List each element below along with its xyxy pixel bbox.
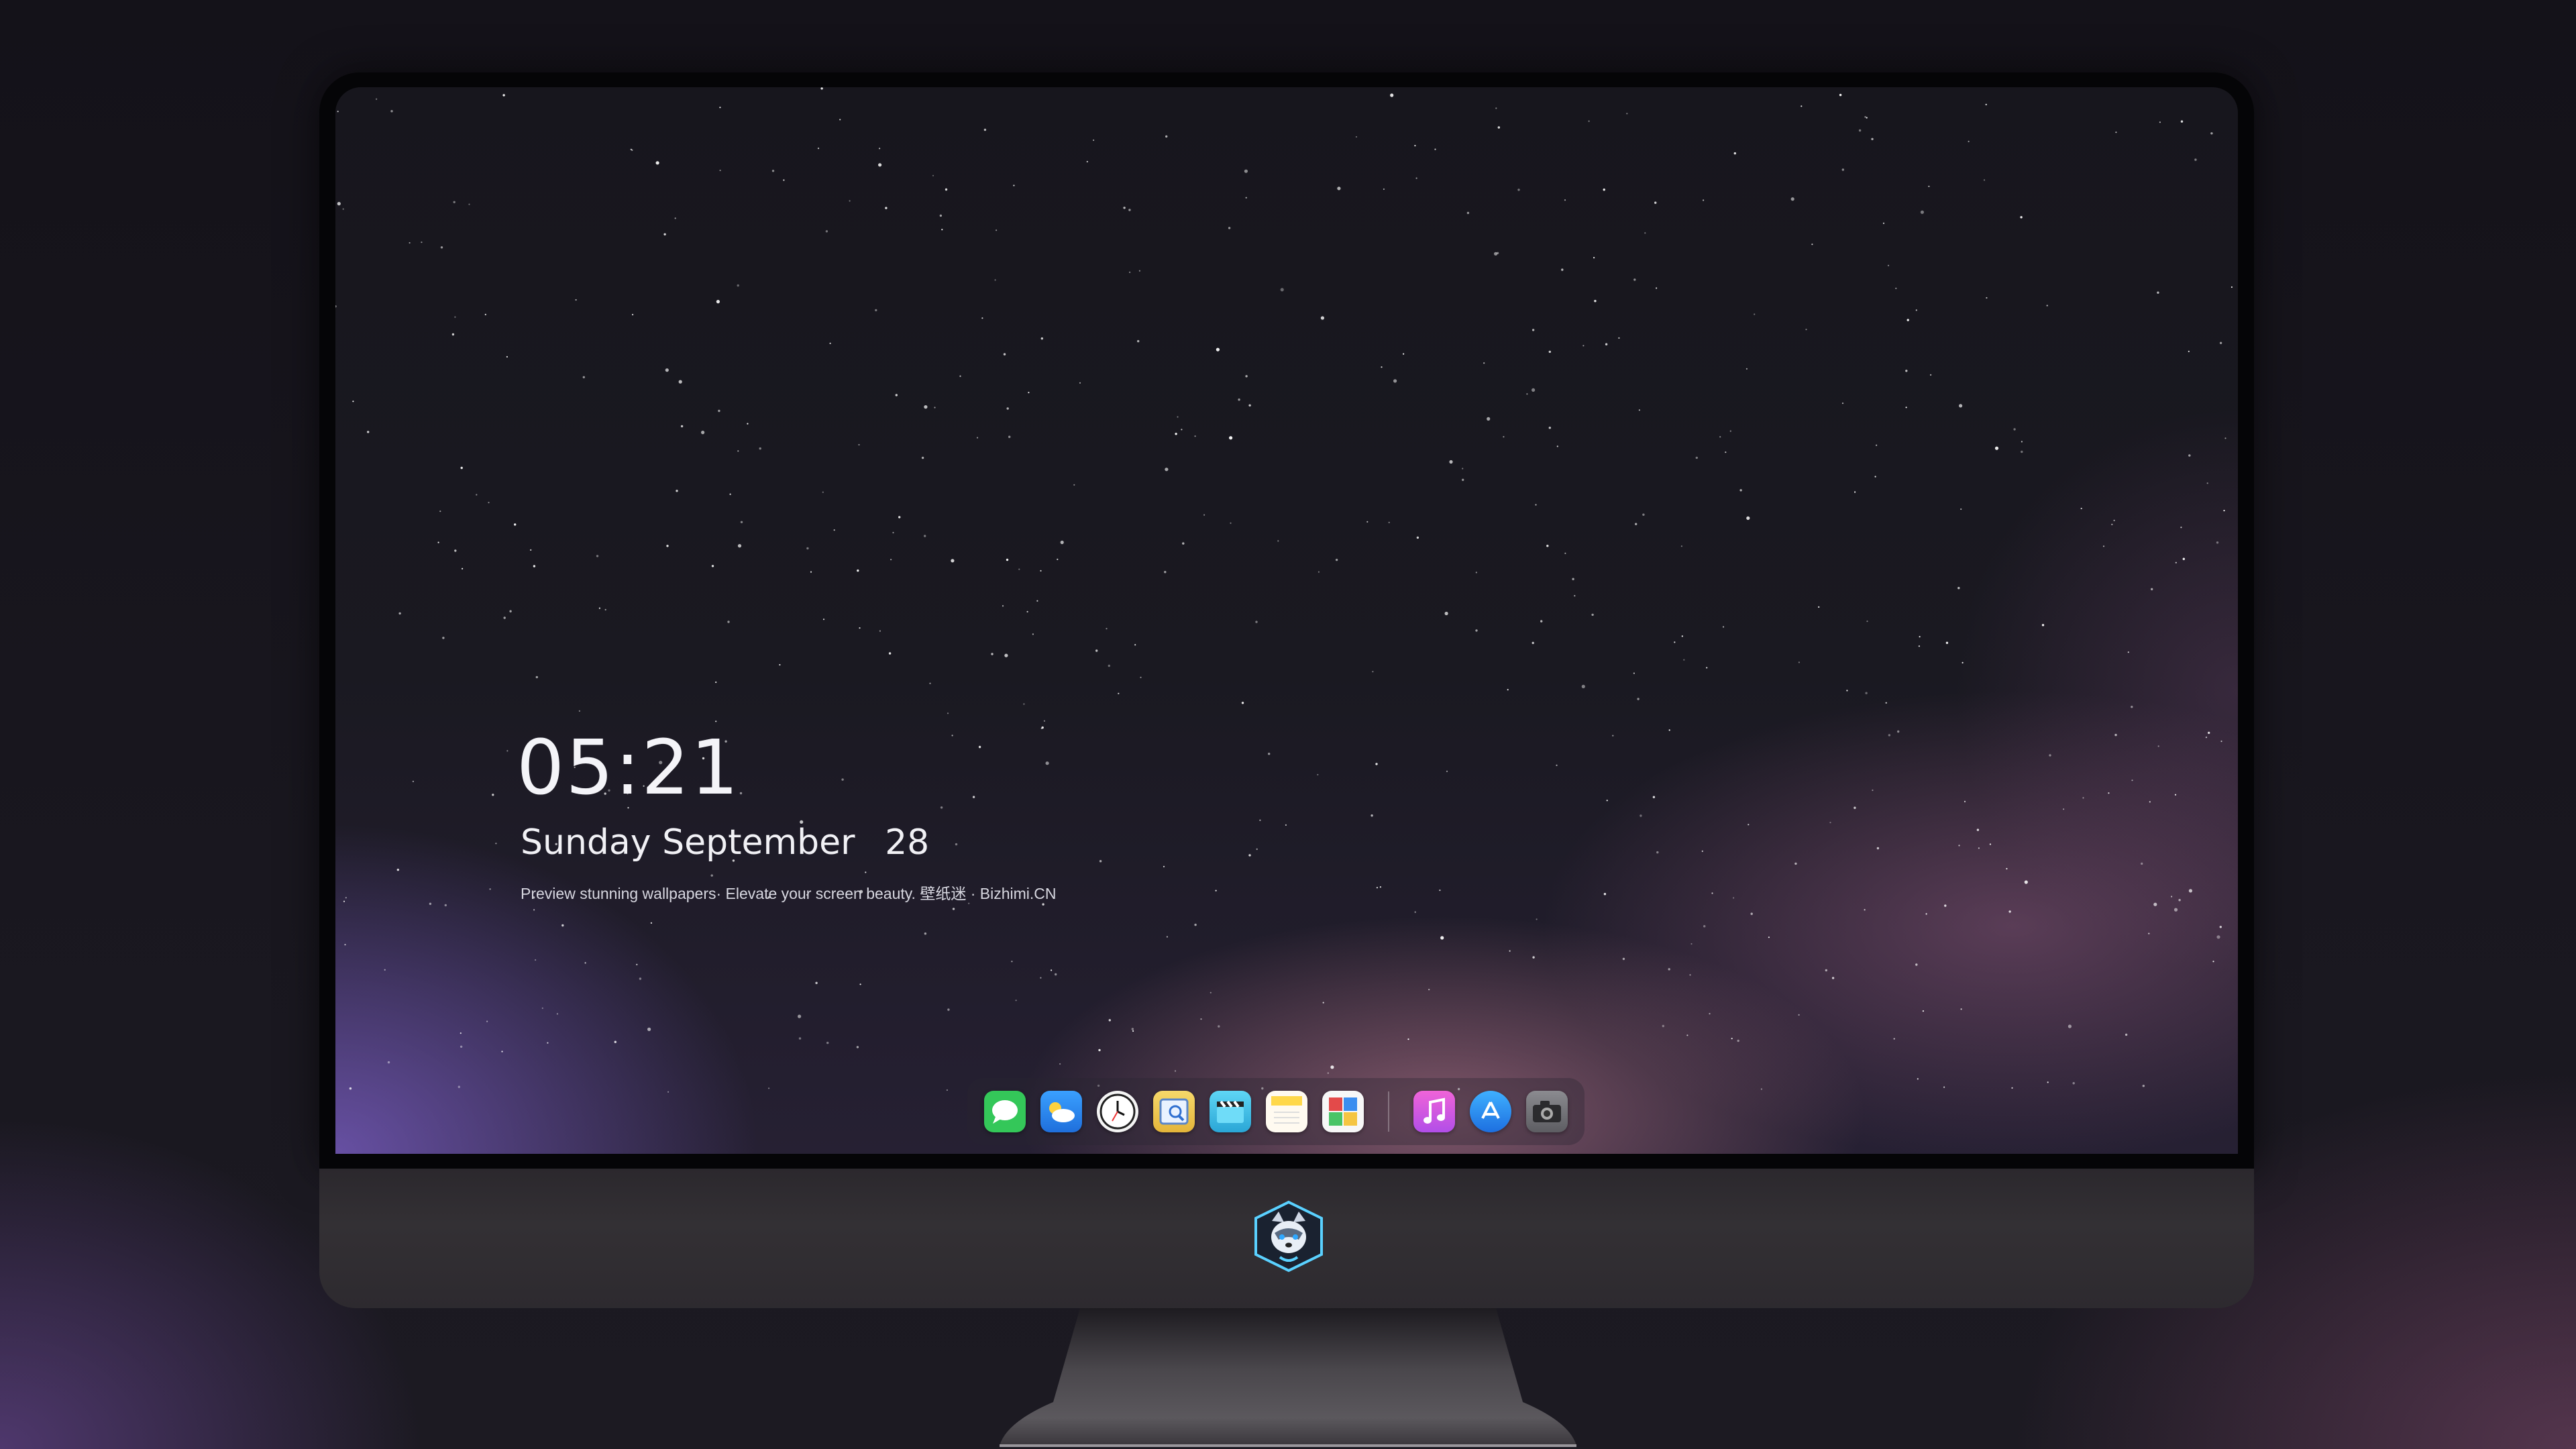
- dock-separator: [1388, 1091, 1389, 1132]
- music-note-icon[interactable]: [1413, 1091, 1455, 1132]
- app-store-icon[interactable]: [1470, 1091, 1511, 1132]
- lock-date: Sunday September 28: [521, 822, 929, 863]
- weather-icon[interactable]: [1040, 1091, 1082, 1132]
- notes-icon[interactable]: [1266, 1091, 1307, 1132]
- camera-icon[interactable]: [1526, 1091, 1568, 1132]
- preview-icon[interactable]: [1153, 1091, 1195, 1132]
- clips-icon[interactable]: [1210, 1091, 1251, 1132]
- lock-clock: 05:21: [517, 724, 740, 812]
- photo-grid-icon[interactable]: [1322, 1091, 1364, 1132]
- desktop-screen: 05:21 Sunday September 28 Preview stunni…: [335, 87, 2238, 1154]
- starry-sky-wallpaper: [335, 87, 2233, 1093]
- month-label: September: [662, 822, 855, 863]
- weekday-label: Sunday: [521, 822, 651, 863]
- clock-app-icon[interactable]: [1097, 1091, 1138, 1132]
- wallpaper-tagline: Preview stunning wallpapers· Elevate you…: [521, 885, 1057, 902]
- monitor-stand: [1000, 1308, 1576, 1447]
- day-label: 28: [885, 822, 930, 863]
- dock: [967, 1078, 1585, 1145]
- imac-mockup: 05:21 Sunday September 28 Preview stunni…: [0, 0, 2576, 1449]
- messages-icon[interactable]: [984, 1091, 1026, 1132]
- husky-logo-icon: [1254, 1200, 1323, 1273]
